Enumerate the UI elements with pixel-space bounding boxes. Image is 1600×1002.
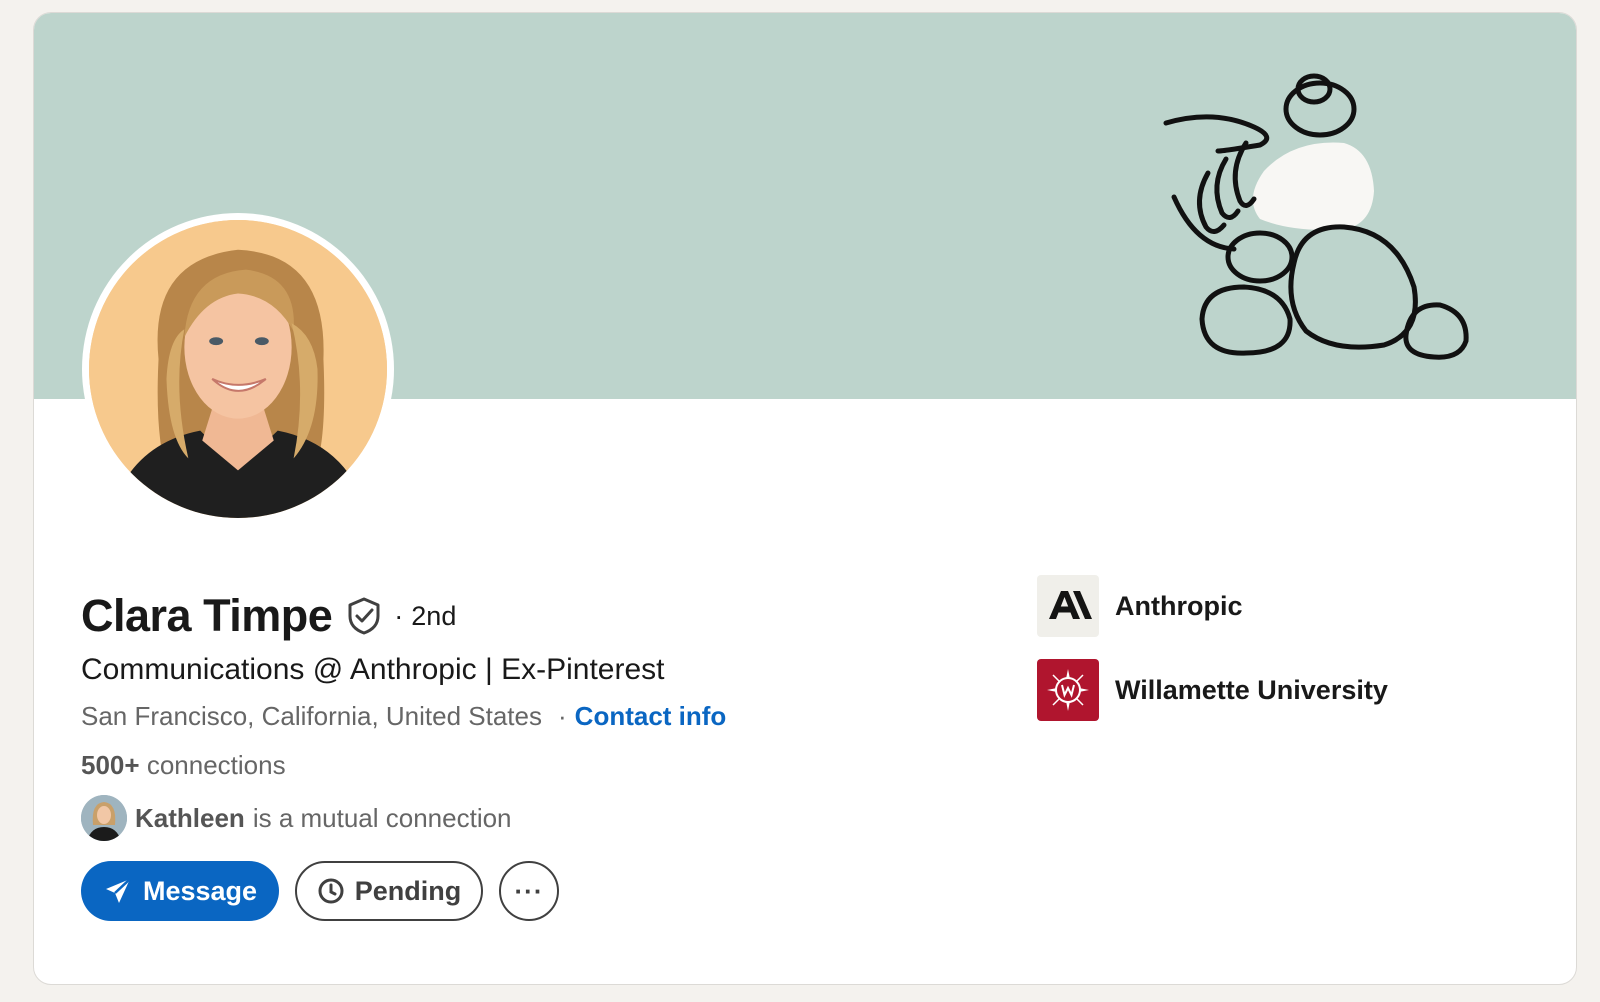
stacked-stones-illustration [1163, 73, 1469, 360]
profile-photo [89, 220, 387, 518]
mutual-connection-name: Kathleen [135, 802, 245, 833]
profile-name: Clara Timpe [81, 590, 333, 641]
profile-location: San Francisco, California, United States [81, 701, 542, 731]
profile-headline: Communications @ Anthropic | Ex-Pinteres… [81, 653, 665, 686]
organization-name: Willamette University [1115, 674, 1388, 705]
profile-card: Clara Timpe · 2nd Communications @ Anthro… [33, 12, 1577, 985]
verified-shield-icon[interactable] [346, 596, 382, 636]
location-row: San Francisco, California, United States… [81, 701, 726, 732]
paper-plane-icon [105, 878, 131, 903]
clock-icon [318, 878, 344, 904]
connection-degree: · 2nd [394, 601, 456, 632]
mutual-connection-text: is a mutual connection [252, 802, 512, 833]
connections-number: 500+ [81, 750, 140, 780]
organization-willamette[interactable]: Willamette University [1037, 659, 1388, 721]
organization-anthropic[interactable]: Anthropic [1037, 575, 1388, 637]
degree-label: 2nd [411, 600, 457, 631]
contact-separator: · [558, 701, 567, 731]
pending-button-label: Pending [354, 875, 462, 906]
connections-count[interactable]: 500+ connections [81, 750, 286, 781]
contact-info-link[interactable]: Contact info [575, 701, 727, 732]
ellipsis-icon: ··· [514, 875, 544, 906]
message-button[interactable]: Message [81, 861, 279, 921]
connections-label: connections [146, 750, 286, 780]
profile-actions: Message Pending ··· [81, 861, 559, 921]
anthropic-logo-icon [1037, 575, 1099, 637]
willamette-logo-icon [1037, 659, 1099, 721]
message-button-label: Message [142, 875, 258, 906]
mutual-connection-avatar [81, 795, 127, 841]
profile-avatar[interactable] [82, 213, 394, 525]
more-actions-button[interactable]: ··· [499, 861, 559, 921]
degree-separator: · [394, 600, 404, 631]
name-row: Clara Timpe · 2nd [81, 588, 456, 644]
organizations-list: Anthropic Willamette University [1037, 575, 1388, 743]
mutual-connection[interactable]: Kathleen is a mutual connection [81, 795, 512, 841]
pending-button[interactable]: Pending [295, 861, 483, 921]
organization-name: Anthropic [1115, 590, 1243, 621]
